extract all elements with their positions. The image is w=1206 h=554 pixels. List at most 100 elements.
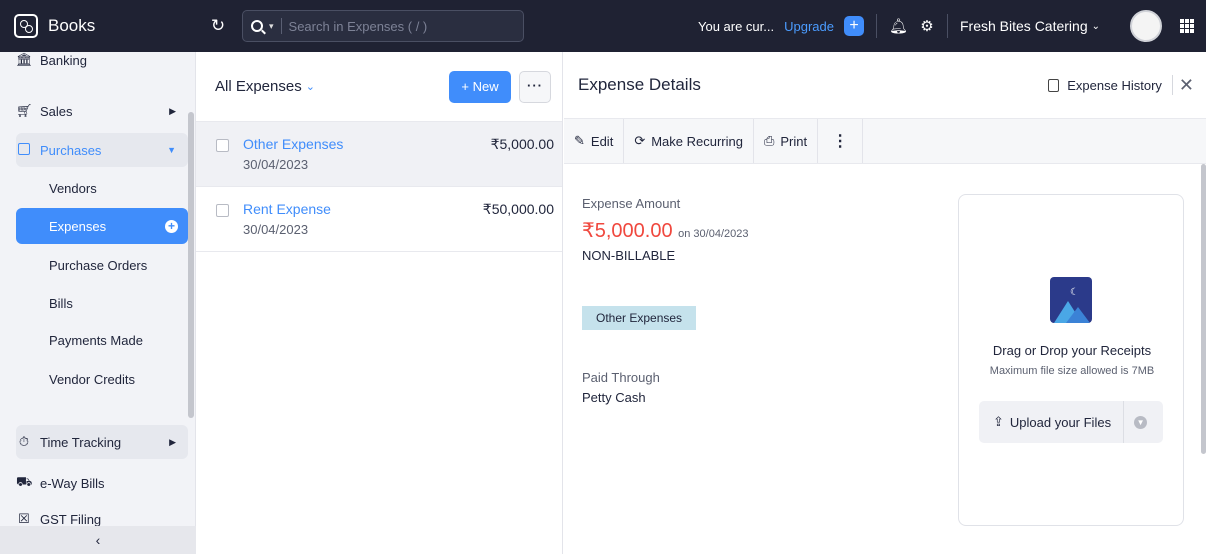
search-input[interactable]: [288, 18, 509, 34]
paid-through-label: Paid Through: [582, 370, 660, 385]
detail-header: Expense Details Expense History ✕: [564, 52, 1206, 118]
chevron-right-icon: ▶: [169, 105, 176, 116]
sidebar-item-payments-made[interactable]: Payments Made: [49, 333, 143, 348]
expense-name[interactable]: Other Expenses: [243, 136, 343, 152]
search-bar[interactable]: ▾: [242, 10, 524, 42]
refresh-icon[interactable]: ↻: [208, 16, 228, 36]
top-bar: Books ↻ ▾ You are cur... Upgrade + 🔔︎ ⚙ …: [0, 0, 1206, 52]
divider: [1123, 401, 1125, 443]
printer-icon: ⎙: [763, 133, 775, 148]
search-icon[interactable]: [251, 20, 263, 32]
expense-date: 30/04/2023: [243, 157, 309, 172]
sidebar-item-label: Sales: [40, 103, 73, 119]
sidebar-item-gst-filing[interactable]: ☒ GST Filing: [16, 511, 101, 527]
expense-detail-pane: Expense Details Expense History ✕ ✎ Edit…: [564, 52, 1206, 554]
avatar[interactable]: [1130, 10, 1162, 42]
expense-amount-value: ₹5,000.00 on 30/04/2023: [582, 218, 749, 243]
category-tag: Other Expenses: [582, 306, 697, 330]
dropzone-subtitle: Maximum file size allowed is 7MB: [989, 365, 1155, 377]
bank-icon: 🏛︎: [16, 52, 33, 67]
add-expense-icon[interactable]: +: [165, 219, 178, 233]
chevron-down-icon[interactable]: ▼: [1134, 415, 1148, 429]
print-button[interactable]: ⎙ Print: [754, 119, 819, 163]
sidebar-item-label: Expenses: [49, 218, 107, 234]
sidebar-item-purchase-orders[interactable]: Purchase Orders: [49, 258, 147, 273]
sidebar-item-vendor-credits[interactable]: Vendor Credits: [49, 372, 135, 387]
expense-amount: ₹5,000.00: [490, 136, 554, 152]
receipt-dropzone[interactable]: ☾ Drag or Drop your Receipts Maximum fil…: [958, 194, 1184, 526]
history-icon: [1048, 78, 1060, 92]
sidebar-item-purchases[interactable]: Purchases ▼: [16, 133, 188, 167]
topbar-right: You are cur... Upgrade + 🔔︎ ⚙ Fresh Bite…: [698, 0, 1206, 52]
billable-status: NON-BILLABLE: [582, 248, 676, 263]
expense-amount-label: Expense Amount: [582, 196, 681, 211]
chevron-down-icon[interactable]: ⌄: [1092, 21, 1100, 32]
upload-files-button[interactable]: ⇪ Upload your Files ▼: [979, 401, 1163, 443]
gear-icon[interactable]: ⚙: [919, 17, 935, 35]
document-icon: ☒: [18, 511, 30, 526]
row-checkbox[interactable]: [216, 139, 229, 152]
print-label: Print: [780, 133, 808, 149]
sidebar-item-vendors[interactable]: Vendors: [49, 181, 97, 196]
sidebar-item-expenses[interactable]: Expenses +: [16, 208, 188, 244]
make-recurring-button[interactable]: ⟳ Make Recurring: [624, 119, 754, 163]
sidebar-item-label: e-Way Bills: [40, 475, 105, 491]
expense-date: 30/04/2023: [243, 222, 309, 237]
brand[interactable]: Books: [0, 0, 196, 52]
sidebar-item-eway-bills[interactable]: ⛟ e-Way Bills: [16, 474, 105, 492]
new-expense-button[interactable]: + New: [449, 70, 511, 103]
close-icon[interactable]: ✕: [1171, 75, 1194, 95]
expense-list-pane: All Expenses ⌄ + New ··· Other Expenses …: [196, 52, 563, 554]
chevron-down-icon: ▼: [167, 145, 176, 155]
books-logo-icon: [14, 14, 38, 38]
sidebar-item-label: Time Tracking: [40, 434, 122, 450]
sidebar: 🏛︎ Banking 🛒︎ Sales ▶ Purchases ▼ Vendor…: [0, 52, 196, 554]
shopping-bag-icon: [16, 142, 32, 158]
sidebar-scrollbar[interactable]: [188, 112, 194, 418]
row-main: Rent Expense 30/04/2023: [243, 201, 331, 237]
page-title: Expense Details: [578, 75, 701, 94]
sidebar-item-banking[interactable]: 🏛︎ Banking: [16, 52, 87, 68]
dropzone-title: Drag or Drop your Receipts: [992, 343, 1152, 358]
search-separator: [280, 18, 282, 34]
apps-grid-icon[interactable]: [1180, 19, 1194, 33]
sidebar-item-label: Purchases: [40, 142, 102, 158]
divider: [947, 14, 948, 38]
quick-create-button[interactable]: +: [844, 16, 864, 36]
brand-name: Books: [48, 16, 96, 35]
expense-name[interactable]: Rent Expense: [243, 201, 331, 217]
more-actions-icon[interactable]: ⋮: [818, 119, 864, 163]
upload-icon: ⇪: [993, 414, 1004, 429]
chevron-down-icon[interactable]: ▾: [269, 21, 274, 32]
expense-history-button[interactable]: Expense History: [1048, 78, 1162, 93]
sidebar-collapse-button[interactable]: ‹: [0, 526, 196, 554]
sidebar-item-time-tracking[interactable]: ⏱︎ Time Tracking ▶: [16, 425, 188, 459]
more-options-button[interactable]: ···: [519, 70, 551, 103]
table-row[interactable]: Other Expenses 30/04/2023 ₹5,000.00: [196, 122, 562, 187]
row-main: Other Expenses 30/04/2023: [243, 136, 343, 172]
amount: ₹5,000.00: [582, 220, 673, 242]
detail-scrollbar[interactable]: [1201, 164, 1206, 454]
sidebar-item-sales[interactable]: 🛒︎ Sales ▶: [16, 94, 188, 128]
sidebar-item-bills[interactable]: Bills: [49, 296, 73, 311]
bell-icon[interactable]: 🔔︎: [889, 17, 908, 35]
chevron-down-icon[interactable]: ⌄: [306, 80, 315, 93]
trial-notice: You are cur...: [697, 18, 775, 34]
list-view-selector[interactable]: All Expenses: [215, 78, 302, 95]
paid-through-value: Petty Cash: [582, 390, 646, 405]
receipt-image-icon: ☾: [1050, 277, 1092, 323]
sidebar-item-label: GST Filing: [40, 511, 102, 527]
cart-icon: 🛒︎: [16, 103, 33, 118]
expense-history-label: Expense History: [1067, 77, 1162, 93]
upgrade-link[interactable]: Upgrade: [784, 19, 834, 34]
edit-button[interactable]: ✎ Edit: [564, 119, 625, 163]
expense-amount: ₹50,000.00: [482, 201, 554, 217]
table-row[interactable]: Rent Expense 30/04/2023 ₹50,000.00: [196, 187, 562, 252]
expense-date: on 30/04/2023: [678, 228, 749, 240]
row-checkbox[interactable]: [216, 204, 229, 217]
list-header: All Expenses ⌄ + New ···: [196, 52, 562, 122]
truck-icon: ⛟: [16, 474, 33, 489]
sidebar-item-label: Banking: [40, 52, 87, 68]
divider: [876, 14, 877, 38]
org-switcher[interactable]: Fresh Bites Catering: [960, 18, 1088, 34]
